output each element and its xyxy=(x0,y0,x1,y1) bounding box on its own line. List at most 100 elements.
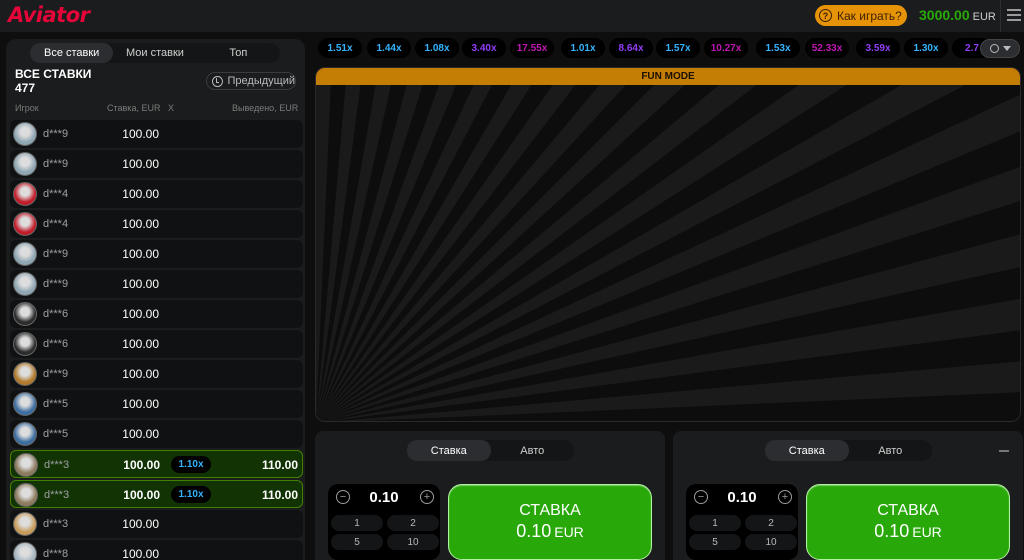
bets-column-headers: Игрок Ставка, EUR X Выведено, EUR xyxy=(6,102,305,116)
bet-amount: 100.00 xyxy=(122,187,159,201)
bet-amount: 100.00 xyxy=(122,517,159,531)
tab-top[interactable]: Топ xyxy=(197,43,280,63)
chevron-down-icon xyxy=(1002,46,1011,51)
all-bets-title: ВСЕ СТАВКИ xyxy=(15,67,92,81)
question-icon: ? xyxy=(819,9,832,22)
bet-amount: 100.00 xyxy=(122,157,159,171)
history-multiplier[interactable]: 1.30x xyxy=(904,38,948,58)
remove-panel-icon[interactable] xyxy=(999,450,1009,452)
avatar xyxy=(13,242,37,266)
col-mult: X xyxy=(168,103,175,113)
tab-bet[interactable]: Ставка xyxy=(407,440,491,461)
minus-icon[interactable]: − xyxy=(694,490,708,504)
history-multiplier[interactable]: 1.57x xyxy=(656,38,700,58)
history-multiplier[interactable]: 3.59x xyxy=(856,38,900,58)
quick-amount-button[interactable]: 1 xyxy=(331,515,383,531)
tab-all-bets[interactable]: Все ставки xyxy=(30,43,114,63)
history-multiplier[interactable]: 17.55x xyxy=(510,38,554,58)
how-to-play-button[interactable]: ? Как играть? xyxy=(815,5,907,26)
bet-row: d***9 100.00 xyxy=(10,150,303,178)
balance-amount: 3000.00 xyxy=(919,7,970,23)
player-name: d***6 xyxy=(43,338,69,350)
player-name: d***9 xyxy=(43,158,69,170)
quick-amount-button[interactable]: 10 xyxy=(745,534,797,550)
history-icon xyxy=(212,75,223,87)
plus-icon[interactable]: + xyxy=(420,490,434,504)
history-multiplier[interactable]: 8.64x xyxy=(609,38,653,58)
avatar xyxy=(13,212,37,236)
balance-currency: EUR xyxy=(972,11,996,23)
game-canvas: FUN MODE xyxy=(315,67,1021,422)
history-multiplier[interactable]: 3.40x xyxy=(462,38,506,58)
bet-amount: 100.00 xyxy=(123,488,160,502)
minus-icon[interactable]: − xyxy=(336,490,350,504)
history-toggle-button[interactable] xyxy=(980,39,1020,58)
quick-amount-button[interactable]: 5 xyxy=(689,534,741,550)
bet-button-currency: EUR xyxy=(554,524,584,540)
bet-row: d***3 100.00 1.10x 110.00 xyxy=(10,450,303,478)
bet-amount-value[interactable]: 0.10 xyxy=(716,489,768,506)
avatar xyxy=(14,483,38,507)
player-name: d***9 xyxy=(43,248,69,260)
bet-amount: 100.00 xyxy=(122,547,159,560)
all-bets-header: ВСЕ СТАВКИ 477 xyxy=(15,67,91,95)
previous-round-button[interactable]: Предыдущий xyxy=(206,72,296,90)
player-name: d***8 xyxy=(43,548,69,560)
bet-amount: 100.00 xyxy=(122,427,159,441)
bet-row: d***6 100.00 xyxy=(10,330,303,358)
cashout-multiplier: 1.10x xyxy=(171,486,211,503)
history-multiplier[interactable]: 52.33x xyxy=(805,38,849,58)
bet-amount: 100.00 xyxy=(122,277,159,291)
quick-amount-button[interactable]: 1 xyxy=(689,515,741,531)
player-name: d***9 xyxy=(43,128,69,140)
player-name: d***5 xyxy=(43,428,69,440)
quick-amount-button[interactable]: 5 xyxy=(331,534,383,550)
cashout-amount: 110.00 xyxy=(261,488,298,502)
bet-amount: 100.00 xyxy=(122,367,159,381)
menu-icon[interactable] xyxy=(1007,9,1021,24)
balance: 3000.00 EUR xyxy=(919,7,996,23)
player-name: d***4 xyxy=(43,188,69,200)
tab-auto[interactable]: Авто xyxy=(491,440,575,461)
bet-panel-1: Ставка Авто − 0.10 + 1 2 5 10 СТАВКА 0.1… xyxy=(315,431,665,560)
history-icon xyxy=(989,44,999,53)
quick-amount-button[interactable]: 2 xyxy=(745,515,797,531)
history-multiplier[interactable]: 1.08x xyxy=(415,38,459,58)
quick-amount-button[interactable]: 2 xyxy=(387,515,439,531)
history-multiplier[interactable]: 1.53x xyxy=(756,38,800,58)
avatar xyxy=(14,453,38,477)
tab-bet[interactable]: Ставка xyxy=(765,440,849,461)
bet-button-amount: 0.10 xyxy=(516,521,552,541)
bet-button-amount: 0.10 xyxy=(874,521,910,541)
col-cashout: Выведено, EUR xyxy=(232,103,299,113)
bet-row: d***5 100.00 xyxy=(10,390,303,418)
col-bet: Ставка, EUR xyxy=(107,103,161,113)
avatar xyxy=(13,122,37,146)
history-multiplier[interactable]: 1.51x xyxy=(318,38,362,58)
divider xyxy=(1000,0,1001,32)
tab-my-bets[interactable]: Мои ставки xyxy=(113,43,196,63)
avatar xyxy=(13,272,37,296)
bets-list: d***9 100.00 d***9 100.00 d***4 100.00 d***4 10… xyxy=(10,120,303,560)
history-multiplier[interactable]: 1.44x xyxy=(367,38,411,58)
avatar xyxy=(13,392,37,416)
place-bet-button[interactable]: СТАВКА 0.10 EUR xyxy=(806,484,1010,560)
bet-amount: 100.00 xyxy=(122,217,159,231)
place-bet-button[interactable]: СТАВКА 0.10 EUR xyxy=(448,484,652,560)
aviator-logo[interactable]: Aviator xyxy=(8,3,90,27)
bet-amount-stepper: − 0.10 + 1 2 5 10 xyxy=(686,484,798,560)
bet-row: d***3 100.00 1.10x 110.00 xyxy=(10,480,303,508)
sunburst-background xyxy=(316,85,1020,421)
bet-amount: 100.00 xyxy=(122,337,159,351)
bet-row: d***4 100.00 xyxy=(10,180,303,208)
history-multiplier[interactable]: 10.27x xyxy=(704,38,748,58)
top-bar: Aviator ? Как играть? 3000.00 EUR xyxy=(0,0,1024,32)
avatar xyxy=(13,422,37,446)
quick-amount-button[interactable]: 10 xyxy=(387,534,439,550)
how-to-play-label: Как играть? xyxy=(837,8,902,23)
history-multiplier[interactable]: 1.01x xyxy=(561,38,605,58)
bet-amount-value[interactable]: 0.10 xyxy=(358,489,410,506)
previous-label: Предыдущий xyxy=(227,75,295,87)
tab-auto[interactable]: Авто xyxy=(849,440,933,461)
plus-icon[interactable]: + xyxy=(778,490,792,504)
